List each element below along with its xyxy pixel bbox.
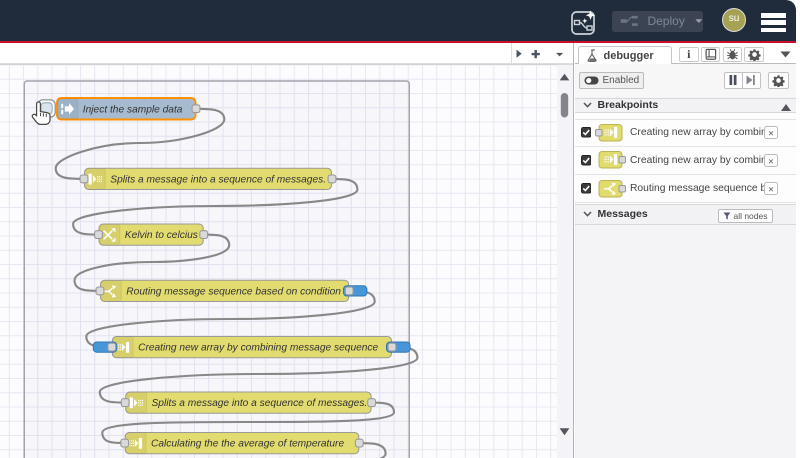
svg-text:Kelvin to celcius: Kelvin to celcius [125, 230, 198, 241]
svg-text:Inject the sample data: Inject the sample data [83, 104, 183, 115]
svg-text:Creating new array by combinin: Creating new array by combining message … [138, 343, 378, 354]
svg-text:Calculating the the average of: Calculating the the average of temperatu… [151, 439, 344, 450]
svg-text:Splits a message into a sequen: Splits a message into a sequence of mess… [110, 175, 326, 186]
svg-text:Splits a message into a sequen: Splits a message into a sequence of mess… [152, 398, 368, 409]
svg-text:Routing message sequence based: Routing message sequence based on condit… [126, 287, 341, 298]
